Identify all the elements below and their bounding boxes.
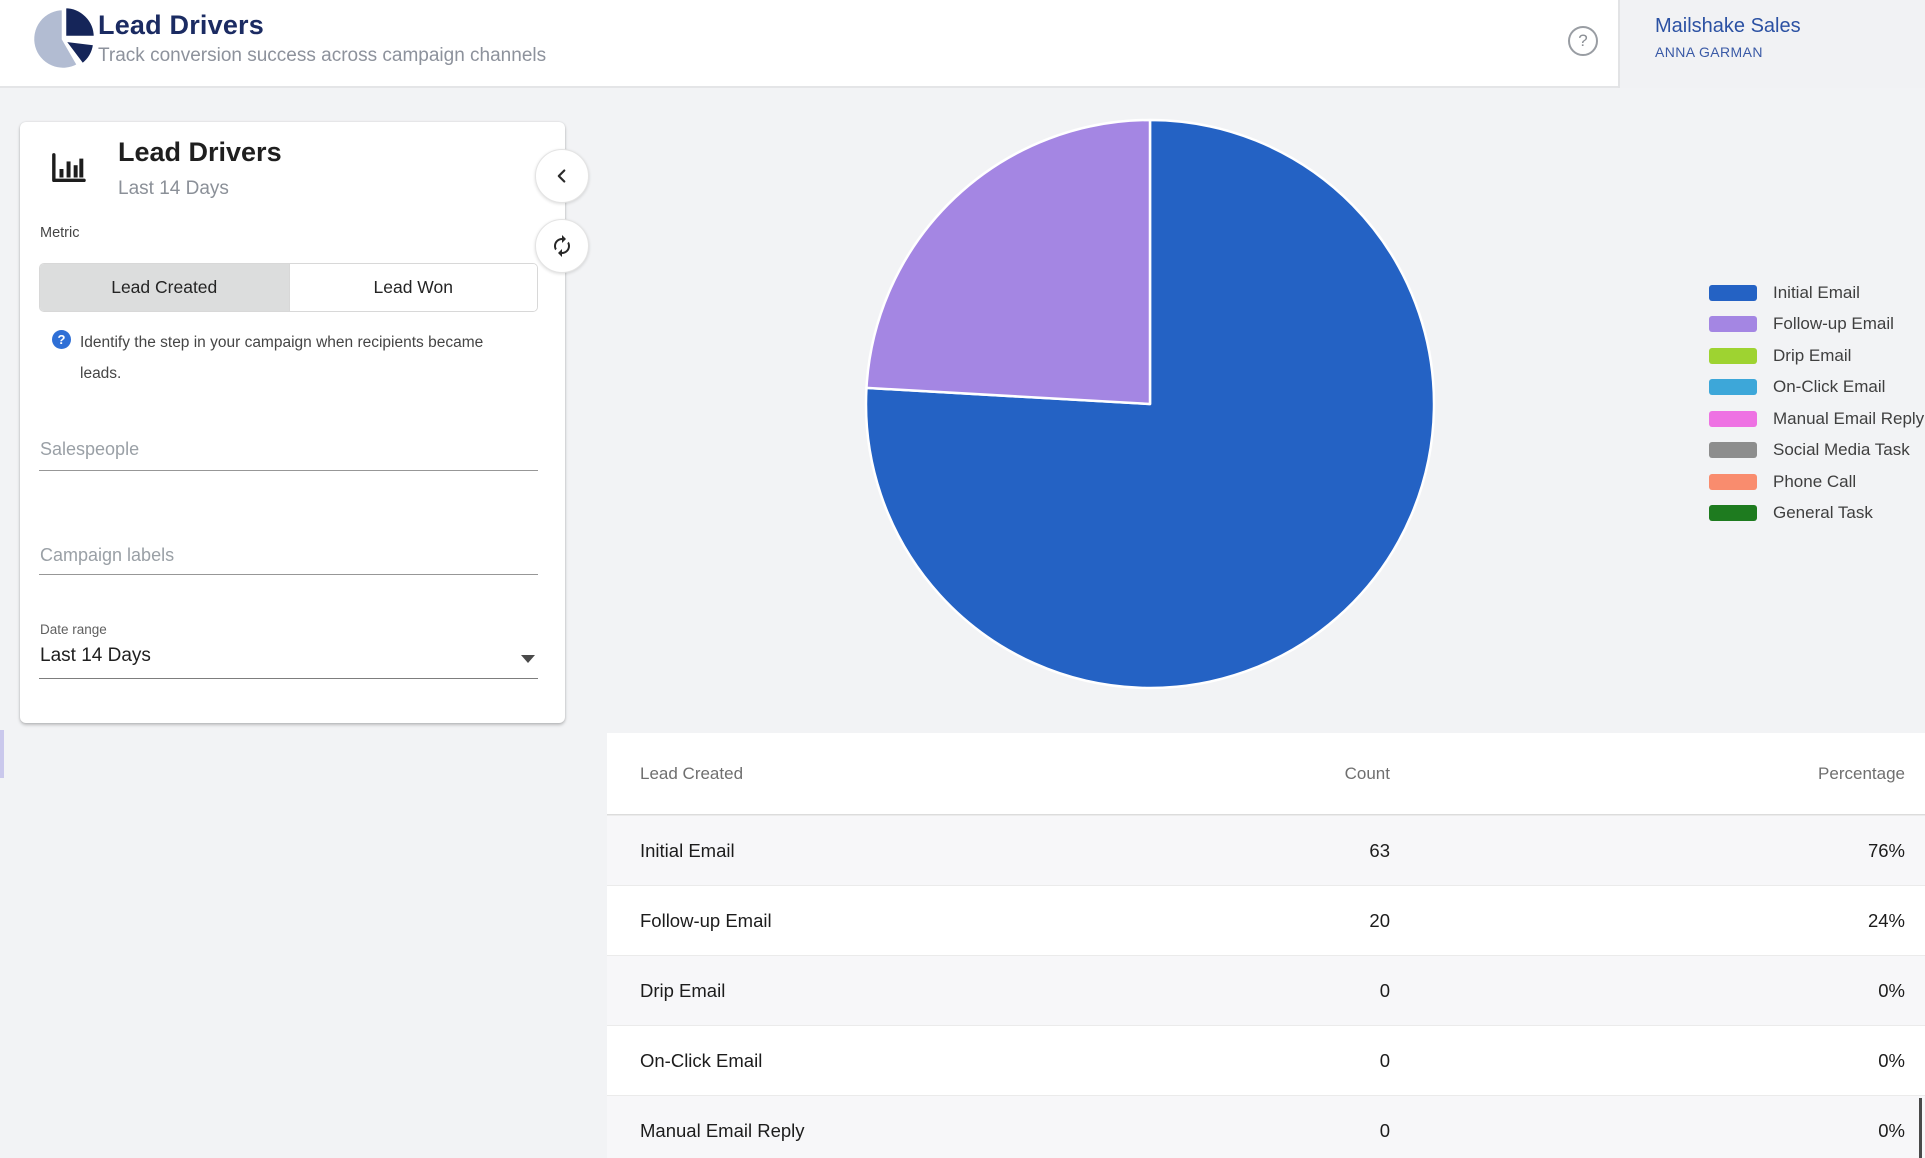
info-question-icon: ? [52, 330, 71, 349]
lead-drivers-dashboard: Lead Drivers Track conversion success ac… [0, 0, 1925, 1158]
bar-chart-icon [52, 153, 86, 183]
legend-swatch [1709, 316, 1757, 333]
legend-item-general-task[interactable]: General Task [1709, 498, 1924, 530]
legend-item-follow-up-email[interactable]: Follow-up Email [1709, 309, 1924, 341]
metric-toggle-lead-won[interactable]: Lead Won [288, 264, 537, 311]
cell-percentage: 76% [1867, 839, 1905, 861]
date-range-value: Last 14 Days [40, 645, 151, 666]
legend-label: Phone Call [1773, 471, 1857, 491]
legend-item-manual-email-reply[interactable]: Manual Email Reply [1709, 403, 1924, 435]
pie-chart-logo [31, 6, 96, 71]
legend-swatch [1709, 505, 1757, 522]
pie-chart [864, 118, 1436, 690]
legend-label: Social Media Task [1773, 440, 1910, 460]
legend-swatch [1709, 410, 1757, 427]
date-range-label: Date range [40, 622, 107, 637]
cell-label: Manual Email Reply [640, 1119, 805, 1141]
cell-count: 0 [1379, 979, 1390, 1001]
column-header-percentage: Percentage [1818, 763, 1905, 783]
cell-label: Initial Email [640, 839, 735, 861]
legend-item-on-click-email[interactable]: On-Click Email [1709, 372, 1924, 404]
refresh-button[interactable] [535, 219, 589, 273]
chevron-down-icon [521, 655, 535, 663]
table-row-follow-up-email: Follow-up Email 20 24% [607, 885, 1925, 955]
campaign-labels-input[interactable] [39, 546, 538, 575]
legend-label: General Task [1773, 503, 1873, 523]
legend-label: Initial Email [1773, 282, 1860, 302]
cell-label: Drip Email [640, 979, 726, 1001]
table-row-on-click-email: On-Click Email 0 0% [607, 1025, 1925, 1095]
panel-subtitle: Last 14 Days [118, 178, 229, 199]
column-header-lead-created: Lead Created [640, 763, 744, 783]
table-header-row: Lead Created Count Percentage [607, 733, 1925, 815]
cell-count: 63 [1369, 839, 1390, 861]
page-subtitle: Track conversion success across campaign… [98, 45, 547, 66]
metric-label: Metric [40, 225, 80, 241]
metric-info: ? Identify the step in your campaign whe… [52, 327, 492, 389]
column-header-count: Count [1344, 763, 1390, 783]
cell-count: 0 [1379, 1049, 1390, 1071]
legend-label: Follow-up Email [1773, 314, 1894, 334]
page-title: Lead Drivers [98, 10, 264, 40]
legend-item-drip-email[interactable]: Drip Email [1709, 340, 1924, 372]
panel-title: Lead Drivers [118, 137, 282, 167]
legend-item-initial-email[interactable]: Initial Email [1709, 277, 1924, 309]
legend-label: Drip Email [1773, 345, 1852, 365]
legend-item-social-media-task[interactable]: Social Media Task [1709, 435, 1924, 467]
edge-accent-strip [0, 730, 4, 778]
table-row-manual-email-reply: Manual Email Reply 0 0% [607, 1095, 1925, 1158]
cell-count: 0 [1379, 1119, 1390, 1141]
account-org-name: Mailshake Sales [1655, 15, 1801, 37]
lead-drivers-table: Lead Created Count Percentage Initial Email… [607, 733, 1925, 1158]
cell-percentage: 0% [1878, 979, 1905, 1001]
question-mark-icon: ? [1578, 31, 1588, 50]
metric-toggle-group: Lead Created Lead Won [39, 263, 538, 312]
refresh-icon [554, 235, 570, 257]
cell-count: 20 [1369, 909, 1390, 931]
metric-info-text: Identify the step in your campaign when … [80, 334, 484, 382]
salespeople-input[interactable] [39, 438, 538, 471]
metric-toggle-lead-created[interactable]: Lead Created [40, 264, 289, 311]
legend-swatch [1709, 284, 1757, 301]
help-button[interactable]: ? [1568, 26, 1598, 56]
filter-panel: Lead Drivers Last 14 Days Metric Lead Cr… [20, 122, 565, 723]
date-range-select[interactable]: Last 14 Days [39, 643, 538, 679]
legend-swatch [1709, 442, 1757, 459]
cell-percentage: 0% [1878, 1119, 1905, 1141]
cell-percentage: 24% [1867, 909, 1905, 931]
chevron-left-icon [557, 169, 566, 183]
table-row-drip-email: Drip Email 0 0% [607, 955, 1925, 1025]
cell-percentage: 0% [1878, 1049, 1905, 1071]
app-header: Lead Drivers Track conversion success ac… [0, 0, 1925, 88]
legend-swatch [1709, 347, 1757, 364]
legend-label: Manual Email Reply [1773, 408, 1925, 428]
collapse-panel-button[interactable] [535, 149, 589, 203]
pie-slice-follow-up-email[interactable] [865, 118, 1152, 406]
legend-swatch [1709, 379, 1757, 396]
legend-label: On-Click Email [1773, 377, 1886, 397]
account-user-name: ANNA GARMAN [1655, 44, 1763, 60]
legend-item-phone-call[interactable]: Phone Call [1709, 466, 1924, 498]
vertical-scrollbar[interactable] [1919, 1098, 1922, 1158]
account-switcher[interactable]: Mailshake Sales ANNA GARMAN [1620, 0, 1925, 88]
chart-legend: Initial Email Follow-up Email Drip Email On… [1709, 277, 1924, 529]
cell-label: On-Click Email [640, 1049, 763, 1071]
table-row-initial-email: Initial Email 63 76% [607, 815, 1925, 885]
legend-swatch [1709, 473, 1757, 490]
cell-label: Follow-up Email [640, 909, 772, 931]
